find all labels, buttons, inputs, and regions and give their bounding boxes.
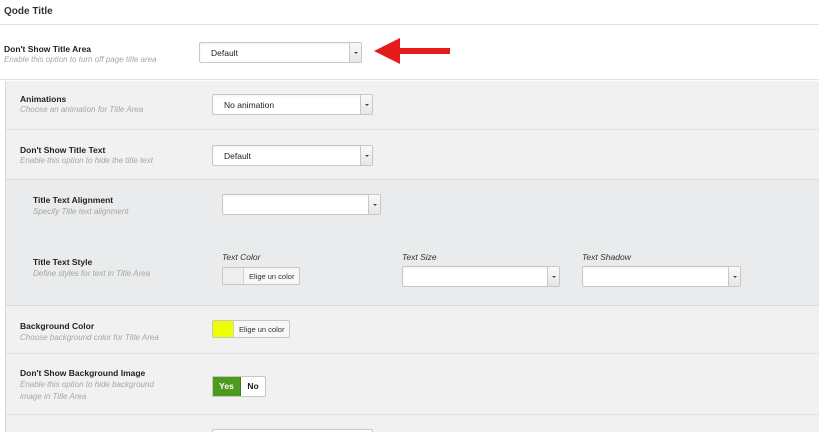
title-text-desc: Enable this option to hide the title tex… [20,156,153,165]
title-text-select-value: Default [224,151,251,161]
bg-image-label: Don't Show Background Image [20,368,146,378]
text-style-label: Title Text Style [33,257,93,267]
bg-color-picker-button[interactable]: Elige un color [212,320,290,338]
red-arrow-left-icon [374,38,450,64]
bg-color-button-label: Elige un color [239,325,285,334]
bg-image-toggle[interactable]: Yes No [212,376,266,397]
alignment-select[interactable] [222,194,381,215]
text-color-header: Text Color [222,252,261,262]
text-style-desc: Define styles for text in Title Area [33,269,151,278]
nested-container-level1: Animations Choose an animation for Title… [5,81,819,432]
panel-header: Qode Title [0,0,819,25]
animations-select-value: No animation [224,100,275,110]
text-size-header: Text Size [402,252,437,262]
animations-label: Animations [20,94,67,104]
alignment-label: Title Text Alignment [33,195,114,205]
bg-color-swatch [213,321,234,337]
caret-down-icon [360,95,372,114]
text-shadow-header: Text Shadow [582,252,631,262]
text-color-picker-button[interactable]: Elige un color [222,267,300,285]
bg-color-desc: Choose background color for Title Area [20,333,159,342]
title-text-select[interactable]: Default [212,145,373,166]
next-row-partial [6,416,819,432]
nested-container-level2: Title Text Alignment Specify Title text … [6,179,819,306]
title-area-select[interactable]: Default [199,42,362,63]
title-text-row: Don't Show Title Text Enable this option… [6,131,819,179]
text-shadow-select[interactable] [582,266,741,287]
alignment-row: Title Text Alignment Specify Title text … [6,180,819,228]
animations-desc: Choose an animation for Title Area [20,105,144,114]
bg-image-desc-line1: Enable this option to hide background [20,380,154,389]
caret-down-icon [349,43,361,62]
title-text-label: Don't Show Title Text [20,145,106,155]
title-area-desc: Enable this option to turn off page titl… [4,55,157,64]
title-area-select-value: Default [211,48,238,58]
caret-down-icon [728,267,740,286]
caret-down-icon [547,267,559,286]
panel-title: Qode Title [4,6,53,17]
animations-row: Animations Choose an animation for Title… [6,81,819,130]
animations-select[interactable]: No animation [212,94,373,115]
text-color-swatch [223,268,244,284]
bg-image-desc-line2: image in Title Area [20,392,87,401]
toggle-no-button[interactable]: No [241,377,265,396]
bg-image-row: Don't Show Background Image Enable this … [6,355,819,415]
alignment-desc: Specify Title text alignment [33,207,129,216]
caret-down-icon [368,195,380,214]
text-size-select[interactable] [402,266,560,287]
bg-color-label: Background Color [20,321,95,331]
text-color-button-label: Elige un color [249,272,295,281]
toggle-yes-button[interactable]: Yes [213,377,241,396]
title-area-label: Don't Show Title Area [4,44,92,54]
caret-down-icon [360,146,372,165]
title-area-row: Don't Show Title Area Enable this option… [0,26,819,80]
bg-color-row: Background Color Choose background color… [6,307,819,354]
text-style-row: Title Text Style Define styles for text … [6,228,819,306]
